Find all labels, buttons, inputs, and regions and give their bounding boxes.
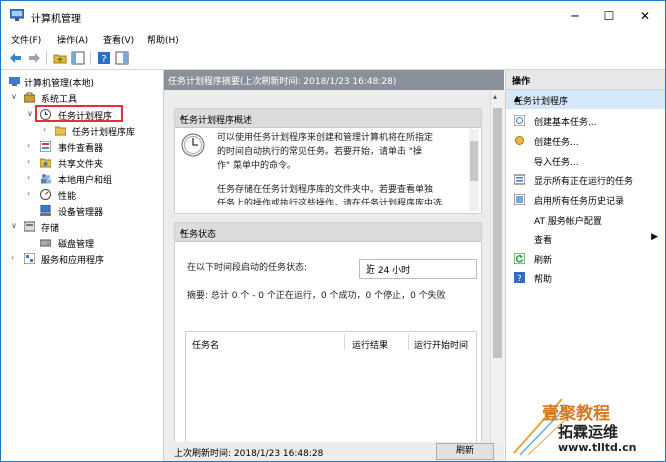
period-dropdown[interactable]: 近 24 小时 ∨ xyxy=(359,259,477,279)
status-period-label: 在以下时间段启动的任务状态: xyxy=(187,263,308,273)
action-help[interactable]: ? 帮助 xyxy=(506,269,665,287)
center-header: 任务计划程序摘要(上次刷新时间: 2018/1/23 16:48:28) xyxy=(164,70,504,90)
chevron-down-icon: ∨ xyxy=(366,262,373,272)
actions-header: 操作 xyxy=(506,70,665,90)
menu-help[interactable]: 帮助(H) xyxy=(147,33,179,46)
column-run-result[interactable]: 运行结果 xyxy=(352,338,388,351)
overview-scrollbar[interactable] xyxy=(469,129,479,211)
show-hide-tree-icon[interactable] xyxy=(71,51,85,65)
window-title: 计算机管理 xyxy=(31,14,81,25)
center-body: 任务计划程序概述 ▴ 可以使用任务计划程序来创建和管理计算机将在所指定 的时间自… xyxy=(164,90,490,461)
collapse-icon[interactable]: ▲ xyxy=(514,94,660,103)
shared-folder-icon xyxy=(40,158,51,168)
action-import-task[interactable]: 导入任务... xyxy=(506,152,665,170)
event-viewer-icon xyxy=(40,141,51,152)
menu-action[interactable]: 操作(A) xyxy=(57,33,88,46)
action-create-basic-task[interactable]: 创建基本任务... xyxy=(506,112,665,130)
chevron-right-icon[interactable]: › xyxy=(27,141,30,150)
minimize-button[interactable]: ─ xyxy=(557,1,593,31)
status-summary: 摘要: 总计 0 个 - 0 个正在运行，0 个成功，0 个停止，0 个失败 xyxy=(187,291,446,301)
users-icon xyxy=(41,174,51,184)
actions-section-task-scheduler[interactable]: 任务计划程序 ▲ xyxy=(506,90,665,109)
create-basic-task-icon xyxy=(514,115,525,126)
chevron-down-icon[interactable]: ∨ xyxy=(11,92,17,101)
submenu-arrow-icon: ▶ xyxy=(651,232,658,242)
watermark-line3: www.tlltd.cn xyxy=(558,441,637,454)
action-refresh[interactable]: 刷新 xyxy=(506,250,665,268)
clock-icon xyxy=(181,133,205,157)
create-task-icon xyxy=(515,136,524,145)
svg-text:?: ? xyxy=(517,274,521,283)
last-refresh-time: 上次刷新时间: 2018/1/23 16:48:28 xyxy=(174,449,324,459)
watermark: 壹聚教程 拓霖运维 www.tlltd.cn xyxy=(510,395,660,457)
performance-icon xyxy=(40,189,51,200)
help-icon[interactable]: ? xyxy=(97,51,111,65)
forward-arrow-icon[interactable] xyxy=(27,51,41,65)
running-tasks-icon xyxy=(514,174,525,185)
chevron-right-icon[interactable]: › xyxy=(27,173,30,182)
close-button[interactable]: ✕ xyxy=(627,1,663,31)
overview-section: 任务计划程序概述 ▴ 可以使用任务计划程序来创建和管理计算机将在所指定 的时间自… xyxy=(174,108,482,214)
collapse-icon[interactable]: ▴ xyxy=(180,112,475,122)
chevron-right-icon[interactable]: › xyxy=(27,157,30,166)
svg-text:?: ? xyxy=(101,54,106,65)
tasks-table: 任务名 运行结果 运行开始时间 xyxy=(185,331,477,447)
help-icon: ? xyxy=(514,272,525,283)
toolbar: ? xyxy=(1,47,665,70)
folder-icon xyxy=(55,126,66,136)
toolbar-separator xyxy=(46,51,47,65)
overview-text: 可以使用任务计划程序来创建和管理计算机将在所指定 的时间自动执行的常见任务。若要… xyxy=(217,133,443,205)
computer-management-icon xyxy=(9,77,20,86)
center-pane: 任务计划程序摘要(上次刷新时间: 2018/1/23 16:48:28) 任务计… xyxy=(163,70,505,461)
up-folder-icon[interactable] xyxy=(53,51,67,65)
action-at-service-config[interactable]: AT 服务帐户配置 xyxy=(506,211,665,229)
maximize-button[interactable]: ☐ xyxy=(591,1,627,31)
scroll-up-icon[interactable]: ▴ xyxy=(493,92,497,101)
navigation-tree: 计算机管理(本地) ∨ 系统工具 ∨ 任务计划程序 › 任务计划程序库 › 事件… xyxy=(1,70,161,461)
chevron-right-icon[interactable]: › xyxy=(27,189,30,198)
computer-management-icon xyxy=(10,9,24,21)
collapse-icon[interactable]: ▴ xyxy=(180,226,475,236)
menu-bar: 文件(F) 操作(A) 查看(V) 帮助(H) xyxy=(1,31,665,47)
refresh-icon xyxy=(514,253,525,264)
main-window: 计算机管理 ─ ☐ ✕ 文件(F) 操作(A) 查看(V) 帮助(H) ? 计算… xyxy=(0,0,666,462)
column-task-name[interactable]: 任务名 xyxy=(192,338,219,351)
action-show-running[interactable]: 显示所有正在运行的任务 xyxy=(506,171,665,189)
action-enable-history[interactable]: 启用所有任务历史记录 xyxy=(506,191,665,209)
services-icon xyxy=(24,253,35,264)
chevron-right-icon[interactable]: › xyxy=(43,125,46,134)
menu-view[interactable]: 查看(V) xyxy=(103,33,134,46)
chevron-down-icon[interactable]: ∨ xyxy=(27,109,33,118)
chevron-down-icon[interactable]: ∨ xyxy=(11,221,17,230)
highlight-annotation xyxy=(35,105,123,122)
toolbar-separator xyxy=(90,51,91,65)
disk-icon xyxy=(40,239,51,247)
back-arrow-icon[interactable] xyxy=(9,51,23,65)
center-scrollbar[interactable]: ▴ xyxy=(490,90,505,442)
menu-file[interactable]: 文件(F) xyxy=(11,33,41,46)
chevron-right-icon[interactable]: › xyxy=(11,253,14,262)
storage-icon xyxy=(24,221,35,232)
action-create-task[interactable]: 创建任务... xyxy=(506,132,665,150)
device-manager-icon xyxy=(40,205,51,216)
overview-section-title[interactable]: 任务计划程序概述 ▴ xyxy=(175,109,481,128)
status-section: 任务状态 ▴ 在以下时间段启动的任务状态: 近 24 小时 ∨ 摘要: 总计 0… xyxy=(174,222,482,461)
show-hide-action-pane-icon[interactable] xyxy=(115,51,129,65)
action-view[interactable]: 查看 ▶ xyxy=(506,230,665,248)
watermark-line2: 拓霖运维 xyxy=(558,423,619,441)
toolbox-icon xyxy=(24,92,35,103)
scroll-thumb[interactable] xyxy=(493,108,502,358)
refresh-button[interactable]: 刷新 xyxy=(436,443,494,460)
status-section-title[interactable]: 任务状态 ▴ xyxy=(175,223,481,242)
column-run-start[interactable]: 运行开始时间 xyxy=(414,338,468,351)
center-footer: 上次刷新时间: 2018/1/23 16:48:28 刷新 xyxy=(164,442,504,461)
history-icon xyxy=(514,194,525,205)
title-bar: 计算机管理 ─ ☐ ✕ xyxy=(1,1,665,31)
